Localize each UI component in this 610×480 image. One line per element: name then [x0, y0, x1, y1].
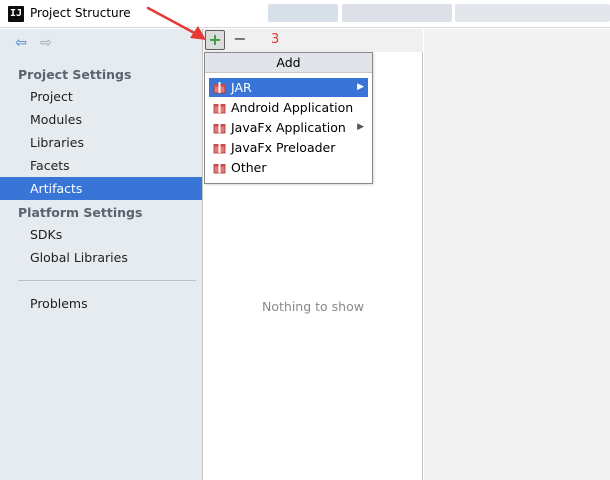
- sidebar-item-modules[interactable]: Modules: [0, 108, 202, 131]
- sidebar-item-global-libraries[interactable]: Global Libraries: [0, 246, 202, 269]
- sidebar-item-project[interactable]: Project: [0, 85, 202, 108]
- window-title: Project Structure: [30, 6, 131, 20]
- back-arrow-icon[interactable]: ⇦: [13, 35, 29, 51]
- submenu-arrow-icon: ▶: [357, 82, 364, 92]
- annotation-step-number: 3: [271, 32, 280, 47]
- sidebar-item-facets[interactable]: Facets: [0, 154, 202, 177]
- sidebar-item-problems[interactable]: Problems: [0, 292, 202, 315]
- popup-title: Add: [205, 53, 372, 73]
- sidebar-divider: [18, 280, 196, 281]
- intellij-app-icon: IJ: [8, 6, 24, 22]
- annotation-arrow: [146, 6, 206, 40]
- menu-item-label: Android Application: [231, 100, 354, 115]
- blurred-background-tab: [342, 4, 452, 22]
- submenu-arrow-icon: ▶: [357, 122, 364, 132]
- sidebar-item-sdks[interactable]: SDKs: [0, 223, 202, 246]
- artifact-gift-icon: [213, 162, 226, 174]
- menu-item-label: JAR: [231, 80, 252, 95]
- menu-item-other[interactable]: Other: [209, 158, 368, 177]
- menu-item-label: JavaFx Preloader: [231, 140, 336, 155]
- menu-item-javafx-preloader[interactable]: JavaFx Preloader: [209, 138, 368, 157]
- artifact-gift-icon: [213, 142, 226, 154]
- artifacts-toolbar: + − 3: [203, 29, 423, 52]
- menu-item-javafx-application[interactable]: JavaFx Application ▶: [209, 118, 368, 137]
- forward-arrow-icon[interactable]: ⇨: [38, 35, 54, 51]
- artifact-gift-icon: [213, 102, 226, 114]
- menu-item-label: JavaFx Application: [231, 120, 346, 135]
- remove-artifact-button[interactable]: −: [230, 30, 250, 50]
- menu-item-jar[interactable]: JAR ▶: [209, 78, 368, 97]
- menu-item-label: Other: [231, 160, 267, 175]
- artifact-gift-icon: [213, 122, 226, 134]
- platform-settings-header: Platform Settings: [18, 205, 143, 220]
- sidebar-item-libraries[interactable]: Libraries: [0, 131, 202, 154]
- add-artifact-popup: Add JAR ▶ Android Application JavaFx App…: [204, 52, 373, 184]
- empty-state-text: Nothing to show: [262, 299, 364, 314]
- details-panel: [424, 29, 610, 480]
- artifact-gift-icon: [213, 82, 226, 94]
- blurred-background-tab: [455, 4, 610, 22]
- blurred-background-tab: [268, 4, 338, 22]
- project-settings-header: Project Settings: [18, 67, 132, 82]
- settings-sidebar: ⇦ ⇨ Project Settings Project Modules Lib…: [0, 29, 203, 480]
- menu-item-android-application[interactable]: Android Application: [209, 98, 368, 117]
- sidebar-item-artifacts[interactable]: Artifacts: [0, 177, 202, 200]
- title-bar: IJ Project Structure: [0, 0, 610, 28]
